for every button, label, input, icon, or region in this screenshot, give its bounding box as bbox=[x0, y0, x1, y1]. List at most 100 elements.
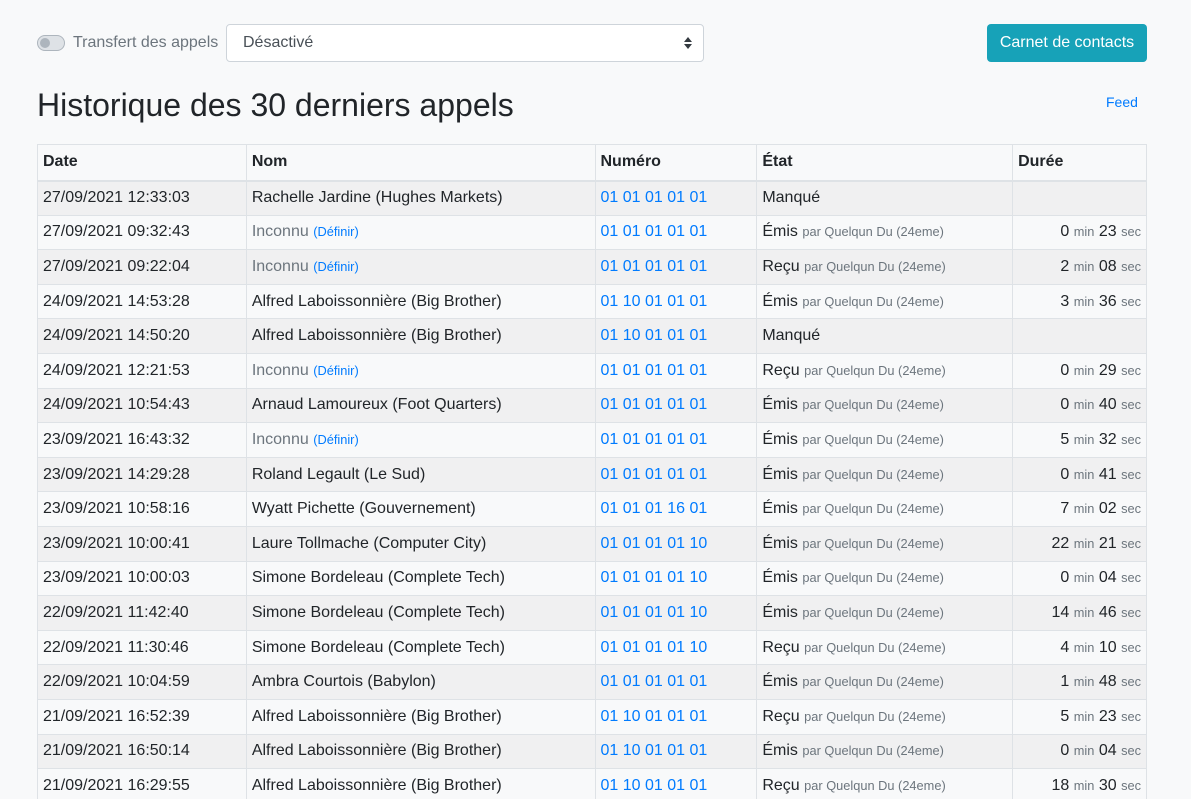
define-contact-link[interactable]: (Définir) bbox=[313, 259, 359, 274]
table-row: 22/09/2021 11:30:46 Simone Bordeleau (Com… bbox=[37, 629, 1147, 666]
phone-number-link[interactable]: 01 01 01 01 01 bbox=[601, 673, 708, 690]
phone-number-link[interactable]: 01 10 01 01 01 bbox=[601, 293, 708, 310]
cell-duration: 14 min 46 sec bbox=[1012, 595, 1147, 631]
min-unit: min bbox=[1073, 708, 1095, 724]
duration-seconds: 40 bbox=[1098, 396, 1117, 414]
caller-name-unknown: Inconnu bbox=[251, 223, 309, 241]
duration-minutes: 5 bbox=[1060, 707, 1070, 725]
sec-unit: sec bbox=[1121, 570, 1141, 586]
caller-name: Rachelle Jardine (Hughes Markets) bbox=[251, 189, 503, 207]
feed-link[interactable]: Feed bbox=[1106, 94, 1138, 110]
phone-number-link[interactable]: 01 01 01 01 01 bbox=[601, 431, 708, 448]
call-agent: par Quelqun Du (24eme) bbox=[802, 432, 944, 447]
agent-name: Quelqun Du (24eme) bbox=[824, 397, 944, 413]
sec-unit: sec bbox=[1121, 293, 1141, 309]
cell-number: 01 10 01 01 01 bbox=[594, 318, 758, 354]
duration-seconds: 08 bbox=[1098, 257, 1117, 275]
phone-number-link[interactable]: 01 10 01 01 01 bbox=[601, 327, 708, 344]
phone-number-link[interactable]: 01 01 01 01 10 bbox=[601, 639, 708, 656]
duration-minutes: 0 bbox=[1060, 223, 1070, 241]
cell-number: 01 10 01 01 01 bbox=[594, 733, 758, 770]
call-agent: par Quelqun Du (24eme) bbox=[804, 363, 946, 378]
cell-duration: 0 min 04 sec bbox=[1012, 733, 1147, 770]
phone-number-link[interactable]: 01 10 01 01 01 bbox=[601, 777, 708, 794]
call-agent: par Quelqun Du (24eme) bbox=[802, 397, 944, 412]
call-agent: par Quelqun Du (24eme) bbox=[802, 501, 944, 516]
min-unit: min bbox=[1073, 570, 1095, 586]
sec-unit: sec bbox=[1121, 743, 1141, 759]
call-agent: par Quelqun Du (24eme) bbox=[802, 224, 944, 239]
call-state: Émis bbox=[762, 603, 798, 621]
table-row: 27/09/2021 09:32:43 Inconnu (Définir) 01 0… bbox=[37, 214, 1147, 251]
by-prefix: par bbox=[802, 743, 821, 759]
cell-state: Émis par Quelqun Du (24eme) bbox=[756, 491, 1014, 527]
call-state: Reçu bbox=[762, 361, 800, 379]
table-row: 21/09/2021 16:50:14 Alfred Laboissonnière… bbox=[37, 733, 1147, 770]
cell-date: 27/09/2021 09:32:43 bbox=[37, 214, 247, 251]
by-prefix: par bbox=[804, 777, 823, 793]
cell-state: Manqué bbox=[756, 180, 1014, 216]
cell-duration: 22 min 21 sec bbox=[1012, 525, 1147, 562]
call-agent: par Quelqun Du (24eme) bbox=[804, 259, 946, 274]
cell-name: Inconnu (Définir) bbox=[245, 422, 596, 458]
column-header-duration[interactable]: Durée bbox=[1012, 144, 1147, 182]
by-prefix: par bbox=[802, 674, 821, 690]
phone-number-link[interactable]: 01 01 01 01 01 bbox=[601, 189, 708, 206]
cell-duration: 0 min 04 sec bbox=[1012, 560, 1147, 597]
cell-name: Alfred Laboissonnière (Big Brother) bbox=[245, 733, 596, 770]
contacts-button[interactable]: Carnet de contacts bbox=[987, 24, 1147, 62]
cell-date: 24/09/2021 14:53:28 bbox=[37, 283, 247, 320]
by-prefix: par bbox=[804, 258, 823, 274]
column-header-number[interactable]: Numéro bbox=[594, 144, 758, 182]
cell-duration: 0 min 23 sec bbox=[1012, 214, 1147, 251]
call-state: Émis bbox=[762, 465, 798, 483]
phone-number-link[interactable]: 01 01 01 01 10 bbox=[601, 569, 708, 586]
cell-state: Manqué bbox=[756, 318, 1014, 354]
define-contact-link[interactable]: (Définir) bbox=[313, 224, 359, 239]
duration-seconds: 02 bbox=[1098, 500, 1117, 518]
by-prefix: par bbox=[802, 604, 821, 620]
cell-name: Alfred Laboissonnière (Big Brother) bbox=[245, 318, 596, 354]
phone-number-link[interactable]: 01 01 01 01 01 bbox=[601, 223, 708, 240]
phone-number-link[interactable]: 01 01 01 01 10 bbox=[601, 535, 708, 552]
cell-duration: 0 min 41 sec bbox=[1012, 456, 1147, 493]
cell-date: 27/09/2021 12:33:03 bbox=[37, 180, 247, 216]
transfer-select[interactable]: Désactivé bbox=[226, 24, 704, 62]
column-header-date[interactable]: Date bbox=[37, 144, 247, 182]
transfer-label: Transfert des appels bbox=[73, 34, 219, 51]
cell-state: Émis par Quelqun Du (24eme) bbox=[756, 283, 1014, 320]
cell-number: 01 01 01 01 10 bbox=[594, 595, 758, 631]
call-state: Émis bbox=[762, 569, 798, 587]
phone-number-link[interactable]: 01 10 01 01 01 bbox=[601, 708, 708, 725]
agent-name: Quelqun Du (24eme) bbox=[826, 258, 946, 274]
transfer-toggle[interactable] bbox=[37, 35, 65, 51]
table-row: 23/09/2021 14:29:28 Roland Legault (Le Su… bbox=[37, 456, 1147, 493]
by-prefix: par bbox=[802, 535, 821, 551]
cell-duration: 5 min 32 sec bbox=[1012, 422, 1147, 458]
cell-state: Reçu par Quelqun Du (24eme) bbox=[756, 768, 1014, 799]
sec-unit: sec bbox=[1121, 362, 1141, 378]
phone-number-link[interactable]: 01 01 01 01 10 bbox=[601, 604, 708, 621]
call-state: Émis bbox=[762, 430, 798, 448]
column-header-name[interactable]: Nom bbox=[245, 144, 596, 182]
min-unit: min bbox=[1073, 501, 1095, 517]
min-unit: min bbox=[1073, 466, 1095, 482]
table-row: 27/09/2021 12:33:03 Rachelle Jardine (Hug… bbox=[37, 180, 1147, 216]
define-contact-link[interactable]: (Définir) bbox=[313, 363, 359, 378]
top-toolbar: Transfert des appels Désactivé Carnet de… bbox=[37, 24, 1147, 62]
phone-number-link[interactable]: 01 01 01 16 01 bbox=[601, 500, 708, 517]
phone-number-link[interactable]: 01 01 01 01 01 bbox=[601, 362, 708, 379]
duration-minutes: 0 bbox=[1060, 396, 1070, 414]
column-header-state[interactable]: État bbox=[756, 144, 1014, 182]
define-contact-link[interactable]: (Définir) bbox=[313, 432, 359, 447]
caller-name-unknown: Inconnu bbox=[251, 361, 309, 379]
duration-minutes: 4 bbox=[1060, 638, 1070, 656]
phone-number-link[interactable]: 01 10 01 01 01 bbox=[601, 742, 708, 759]
phone-number-link[interactable]: 01 01 01 01 01 bbox=[601, 466, 708, 483]
agent-name: Quelqun Du (24eme) bbox=[826, 777, 946, 793]
phone-number-link[interactable]: 01 01 01 01 01 bbox=[601, 396, 708, 413]
caller-name: Alfred Laboissonnière (Big Brother) bbox=[251, 776, 502, 794]
phone-number-link[interactable]: 01 01 01 01 01 bbox=[601, 258, 708, 275]
cell-number: 01 10 01 01 01 bbox=[594, 698, 758, 735]
caller-name: Simone Bordeleau (Complete Tech) bbox=[251, 638, 505, 656]
